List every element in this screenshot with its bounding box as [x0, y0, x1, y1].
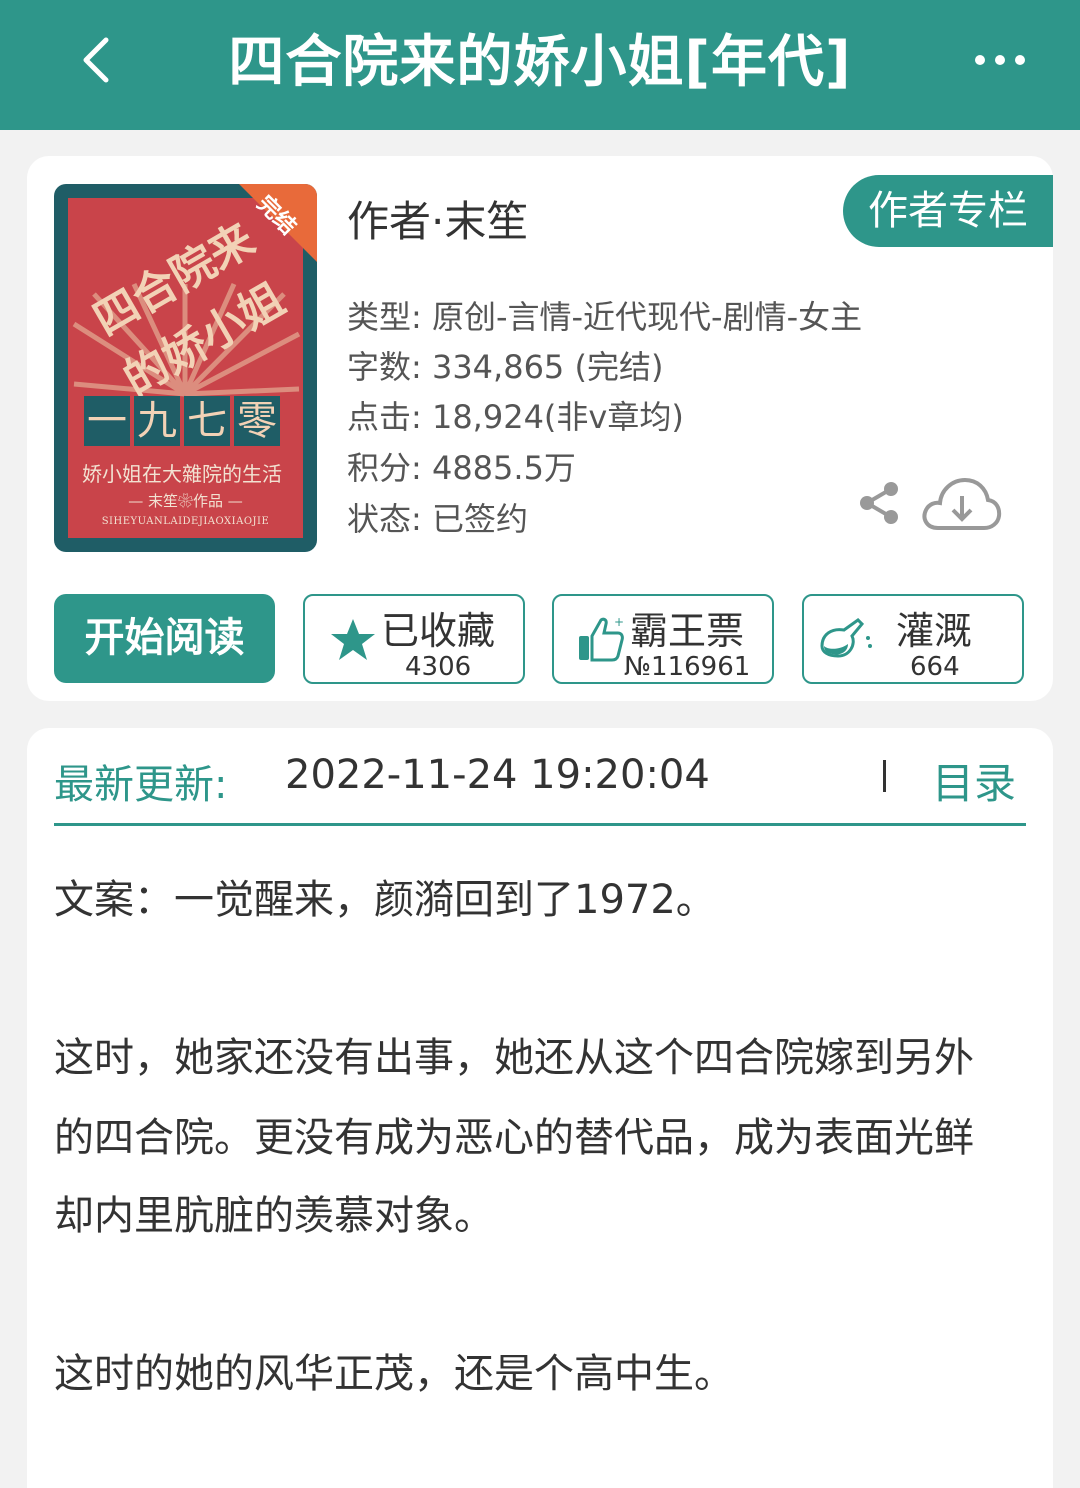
- latest-update-time: 2022-11-24 19:20:04: [285, 752, 710, 798]
- cover-author: — 末笙❀作品 —: [128, 492, 243, 510]
- thumbs-up-icon: +: [579, 615, 624, 662]
- cover-year-char: 零: [234, 396, 280, 446]
- synopsis-line: 文案：一觉醒来，颜漪回到了1972。: [54, 877, 716, 923]
- meta-clicks: 点击: 18,924(非v章均): [347, 398, 684, 436]
- table-of-contents-link[interactable]: 目录: [932, 750, 1016, 811]
- share-icon[interactable]: [855, 478, 905, 528]
- cover-year: 一 九 七 零: [84, 396, 280, 446]
- synopsis-line: 这时，她家还没有出事，她还从这个四合院嫁到另外: [54, 1035, 974, 1081]
- collect-button[interactable]: 已收藏 4306: [303, 594, 525, 684]
- synopsis-line: 却内里肮脏的羡慕对象。: [54, 1193, 494, 1239]
- vote-label: 霸王票: [630, 609, 745, 653]
- collect-label: 已收藏: [381, 609, 496, 653]
- meta-genre: 类型: 原创-言情-近代现代-剧情-女主: [347, 298, 863, 336]
- star-icon: [331, 619, 375, 660]
- vote-button[interactable]: + 霸王票 №116961: [552, 594, 774, 684]
- author-name[interactable]: 作者·末笙: [347, 188, 528, 249]
- more-options-icon[interactable]: [970, 40, 1030, 80]
- cover-year-char: 一: [84, 396, 130, 446]
- page-title: 四合院来的娇小姐[年代]: [228, 30, 852, 95]
- book-cover[interactable]: 完结 四合院来 的娇小姐 一 九 七 零 娇小姐在大雜院的生活 — 末笙❀作品 …: [54, 184, 317, 552]
- cover-year-char: 七: [184, 396, 230, 446]
- synopsis-line: 的四合院。更没有成为恶心的替代品，成为表面光鲜: [54, 1115, 974, 1161]
- meta-status: 状态: 已签约: [347, 500, 528, 538]
- app-header: 四合院来的娇小姐[年代]: [0, 0, 1080, 130]
- meta-word-count: 字数: 334,865 (完结): [347, 348, 664, 386]
- download-cloud-icon[interactable]: [920, 472, 1002, 534]
- meta-score: 积分: 4885.5万: [347, 449, 576, 487]
- section-underline: [54, 823, 1026, 826]
- start-reading-button[interactable]: 开始阅读: [54, 594, 275, 683]
- synopsis-line: 这时的她的风华正茂，还是个高中生。: [54, 1351, 734, 1397]
- svg-text:+: +: [614, 615, 624, 629]
- water-count: 664: [910, 652, 960, 682]
- vote-count: №116961: [624, 652, 751, 682]
- cover-pinyin: SIHEYUANLAIDEJIAOXIAOJIE: [101, 516, 270, 527]
- cover-subtitle: 娇小姐在大雜院的生活: [82, 462, 282, 486]
- water-button[interactable]: 灌溉 664: [802, 594, 1024, 684]
- divider: [883, 760, 886, 792]
- cover-year-char: 九: [134, 396, 180, 446]
- water-label: 灌溉: [896, 609, 973, 653]
- latest-update-label: 最新更新:: [54, 762, 228, 808]
- collect-count: 4306: [405, 652, 472, 682]
- watering-icon: [820, 618, 872, 658]
- author-column-button[interactable]: 作者专栏: [843, 175, 1053, 247]
